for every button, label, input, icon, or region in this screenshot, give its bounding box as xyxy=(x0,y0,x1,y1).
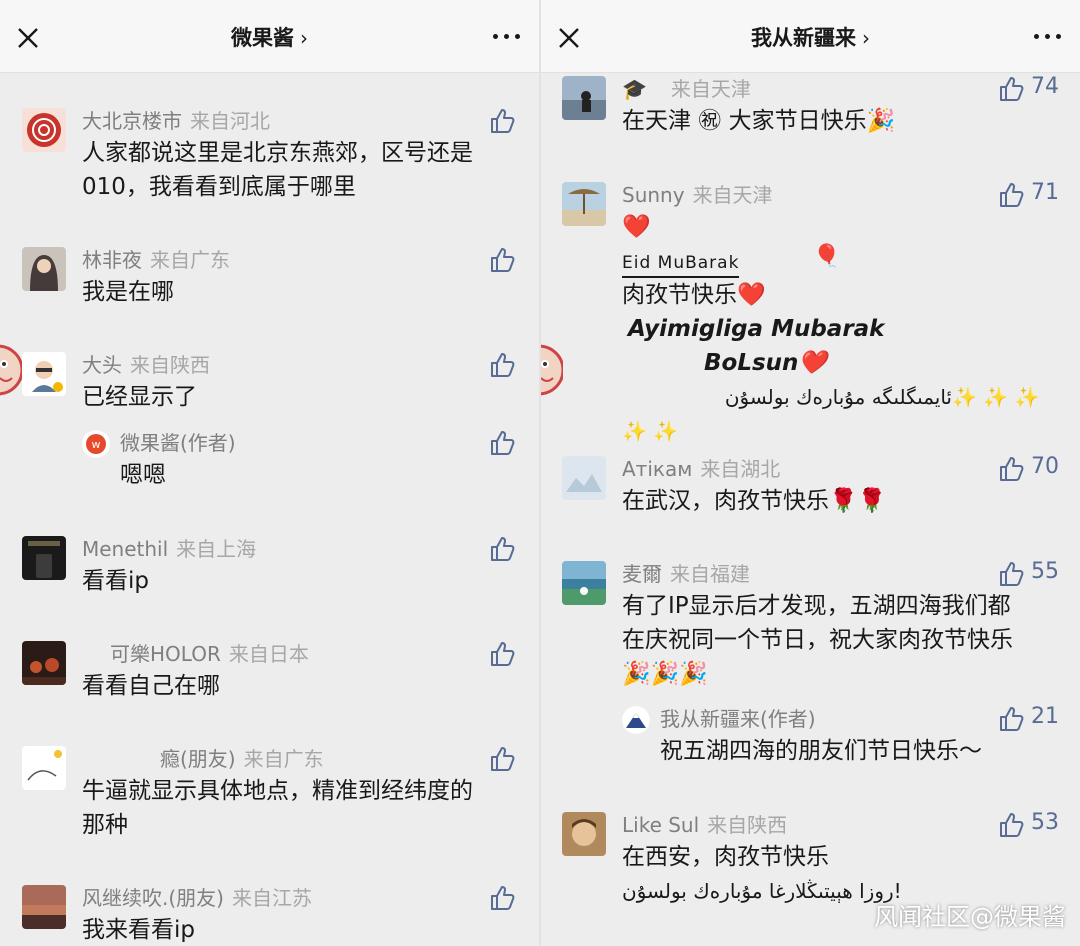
like-icon[interactable] xyxy=(487,350,517,380)
like-icon[interactable] xyxy=(996,180,1026,210)
commenter-name[interactable]: 瘾(朋友) 来自广东 xyxy=(160,745,324,773)
left-panel: 微果酱 › 大北京楼市 来自河北 人家都说这里是北京东燕郊，区号还是 010，我看看… xyxy=(0,0,539,946)
right-panel: 我从新疆来› 🎓来自天津 74 在天津 ㊗ 大家节日快乐🎉 Sunny来自 xyxy=(541,0,1080,946)
commenter-name[interactable]: Menethil 来自上海 xyxy=(82,535,256,563)
svg-text:w: w xyxy=(92,438,101,451)
like-icon[interactable] xyxy=(996,74,1026,104)
floating-mascot-icon[interactable] xyxy=(541,338,563,402)
comment-text: 已经显示了 xyxy=(82,384,197,410)
like-icon[interactable] xyxy=(996,559,1026,589)
like-icon[interactable] xyxy=(487,428,517,458)
comment-text: 我来看看ip xyxy=(82,917,195,943)
commenter-name[interactable]: 大头 来自陕西 xyxy=(82,351,210,379)
like-icon[interactable] xyxy=(996,704,1026,734)
avatar[interactable] xyxy=(22,641,66,685)
comment-text: 看看自己在哪 xyxy=(82,673,220,699)
comment-text: 在天津 ㊗ 大家节日快乐🎉 xyxy=(622,108,896,134)
like-icon[interactable] xyxy=(487,883,517,913)
like-icon[interactable] xyxy=(487,639,517,669)
avatar[interactable] xyxy=(22,108,66,152)
comment-text: 牛逼就显示具体地点，精准到经纬度的 那种 xyxy=(82,778,473,838)
avatar[interactable] xyxy=(22,536,66,580)
comment-text: 看看ip xyxy=(82,568,149,594)
more-icon[interactable] xyxy=(493,34,521,42)
like-count: 74 xyxy=(1031,74,1059,99)
like-icon[interactable] xyxy=(487,106,517,136)
right-title: 我从新疆来 xyxy=(751,26,856,50)
like-count: 21 xyxy=(1031,704,1059,729)
commenter-name[interactable]: Атікам 来自湖北 xyxy=(622,455,780,483)
avatar[interactable] xyxy=(562,561,606,605)
left-title: 微果酱 xyxy=(231,26,294,50)
left-title-link[interactable]: 微果酱 › xyxy=(0,22,539,54)
author-avatar[interactable]: w xyxy=(82,430,110,458)
avatar[interactable] xyxy=(22,352,66,396)
comment-text: 有了IP显示后才发现，五湖四海我们都 在庆祝同一个节日，祝大家肉孜节快乐 🎉🎉🎉 xyxy=(622,593,1013,687)
commenter-name[interactable]: 林非夜 来自广东 xyxy=(82,246,230,274)
like-count: 71 xyxy=(1031,180,1059,205)
comment-text: 我是在哪 xyxy=(82,279,174,305)
commenter-name[interactable]: Sunny 来自天津 xyxy=(622,181,773,209)
like-icon[interactable] xyxy=(996,454,1026,484)
right-title-link[interactable]: 我从新疆来 › xyxy=(541,22,1080,54)
avatar[interactable] xyxy=(22,885,66,929)
like-count: 55 xyxy=(1031,559,1059,584)
watermark: 风闻社区@微果酱 xyxy=(874,903,1066,931)
commenter-name[interactable]: 🎓 来自天津 xyxy=(622,75,751,103)
avatar[interactable] xyxy=(562,182,606,226)
comment-text: 在武汉，肉孜节快乐🌹🌹 xyxy=(622,488,887,514)
author-avatar[interactable] xyxy=(622,706,650,734)
like-count: 70 xyxy=(1031,454,1059,479)
chevron-right-icon: › xyxy=(862,26,870,50)
comment-text: 在西安，肉孜节快乐 !روزا ھېيتىڭلارغا مۇبارەك بولس… xyxy=(622,844,902,903)
avatar[interactable] xyxy=(562,76,606,120)
author-name[interactable]: 我从新疆来(作者) xyxy=(660,705,816,733)
like-count: 53 xyxy=(1031,810,1059,835)
comment-text: ❤️ Eid MuBarak 肉孜节快乐❤️ Ayimigliga Mubara… xyxy=(622,214,1040,443)
like-icon[interactable] xyxy=(487,245,517,275)
commenter-name[interactable]: 麦爾 来自福建 xyxy=(622,560,750,588)
commenter-name[interactable]: 大北京楼市 来自河北 xyxy=(82,107,270,135)
avatar[interactable] xyxy=(562,456,606,500)
commenter-name[interactable]: 可樂HOLOR 来自日本 xyxy=(110,640,309,668)
more-icon[interactable] xyxy=(1034,34,1062,42)
chevron-right-icon: › xyxy=(300,26,308,50)
like-icon[interactable] xyxy=(487,534,517,564)
like-icon[interactable] xyxy=(487,744,517,774)
comment-text: 人家都说这里是北京东燕郊，区号还是 010，我看看到底属于哪里 xyxy=(82,140,473,200)
commenter-name[interactable]: Like Sul 来自陕西 xyxy=(622,811,787,839)
avatar[interactable] xyxy=(22,746,66,790)
left-header: 微果酱 › xyxy=(0,0,539,73)
avatar[interactable] xyxy=(22,247,66,291)
right-header: 我从新疆来 › xyxy=(541,0,1080,73)
author-name[interactable]: 微果酱(作者) xyxy=(120,429,236,457)
floating-mascot-icon[interactable] xyxy=(0,338,22,402)
commenter-name[interactable]: 风继续吹.(朋友) 来自江苏 xyxy=(82,884,312,912)
like-icon[interactable] xyxy=(996,810,1026,840)
reply-text: 祝五湖四海的朋友们节日快乐～ xyxy=(660,738,982,764)
balloon-icon: 🎈 xyxy=(813,244,841,269)
avatar[interactable] xyxy=(562,812,606,856)
reply-text: 嗯嗯 xyxy=(120,462,166,488)
